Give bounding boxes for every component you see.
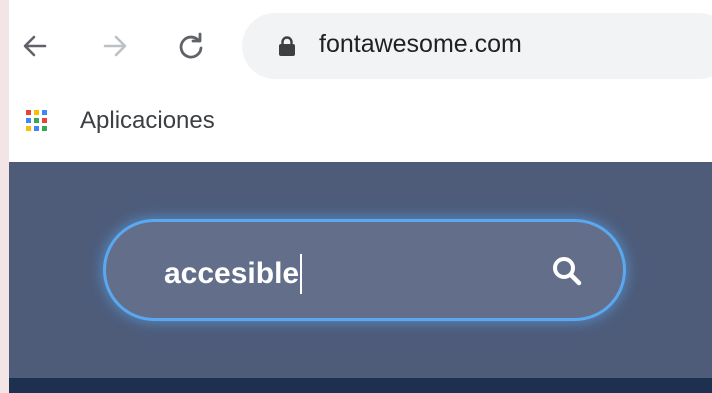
reload-icon (179, 32, 203, 59)
arrow-left-icon (23, 35, 47, 57)
search-icon[interactable] (551, 255, 583, 287)
search-input[interactable]: accesible (164, 254, 303, 294)
navigation-band (9, 378, 712, 393)
reload-button[interactable] (171, 26, 211, 66)
bookmarks-bar: Aplicaciones (9, 93, 712, 162)
browser-toolbar: fontawesome.com (9, 0, 712, 93)
browser-window: fontawesome.com Aplicaciones accesible (9, 0, 712, 393)
arrow-right-icon (103, 35, 127, 57)
icon-search-field[interactable]: accesible (103, 219, 626, 321)
bookmark-apps-label[interactable]: Aplicaciones (80, 107, 215, 135)
search-input-value: accesible (164, 257, 300, 290)
text-caret (300, 254, 303, 294)
apps-grid-icon[interactable] (26, 110, 48, 132)
forward-button[interactable] (95, 26, 135, 66)
lock-icon (279, 36, 295, 56)
fontawesome-hero: accesible (9, 162, 712, 378)
address-bar[interactable]: fontawesome.com (242, 13, 712, 79)
address-bar-url[interactable]: fontawesome.com (319, 30, 522, 59)
back-button[interactable] (15, 26, 55, 66)
